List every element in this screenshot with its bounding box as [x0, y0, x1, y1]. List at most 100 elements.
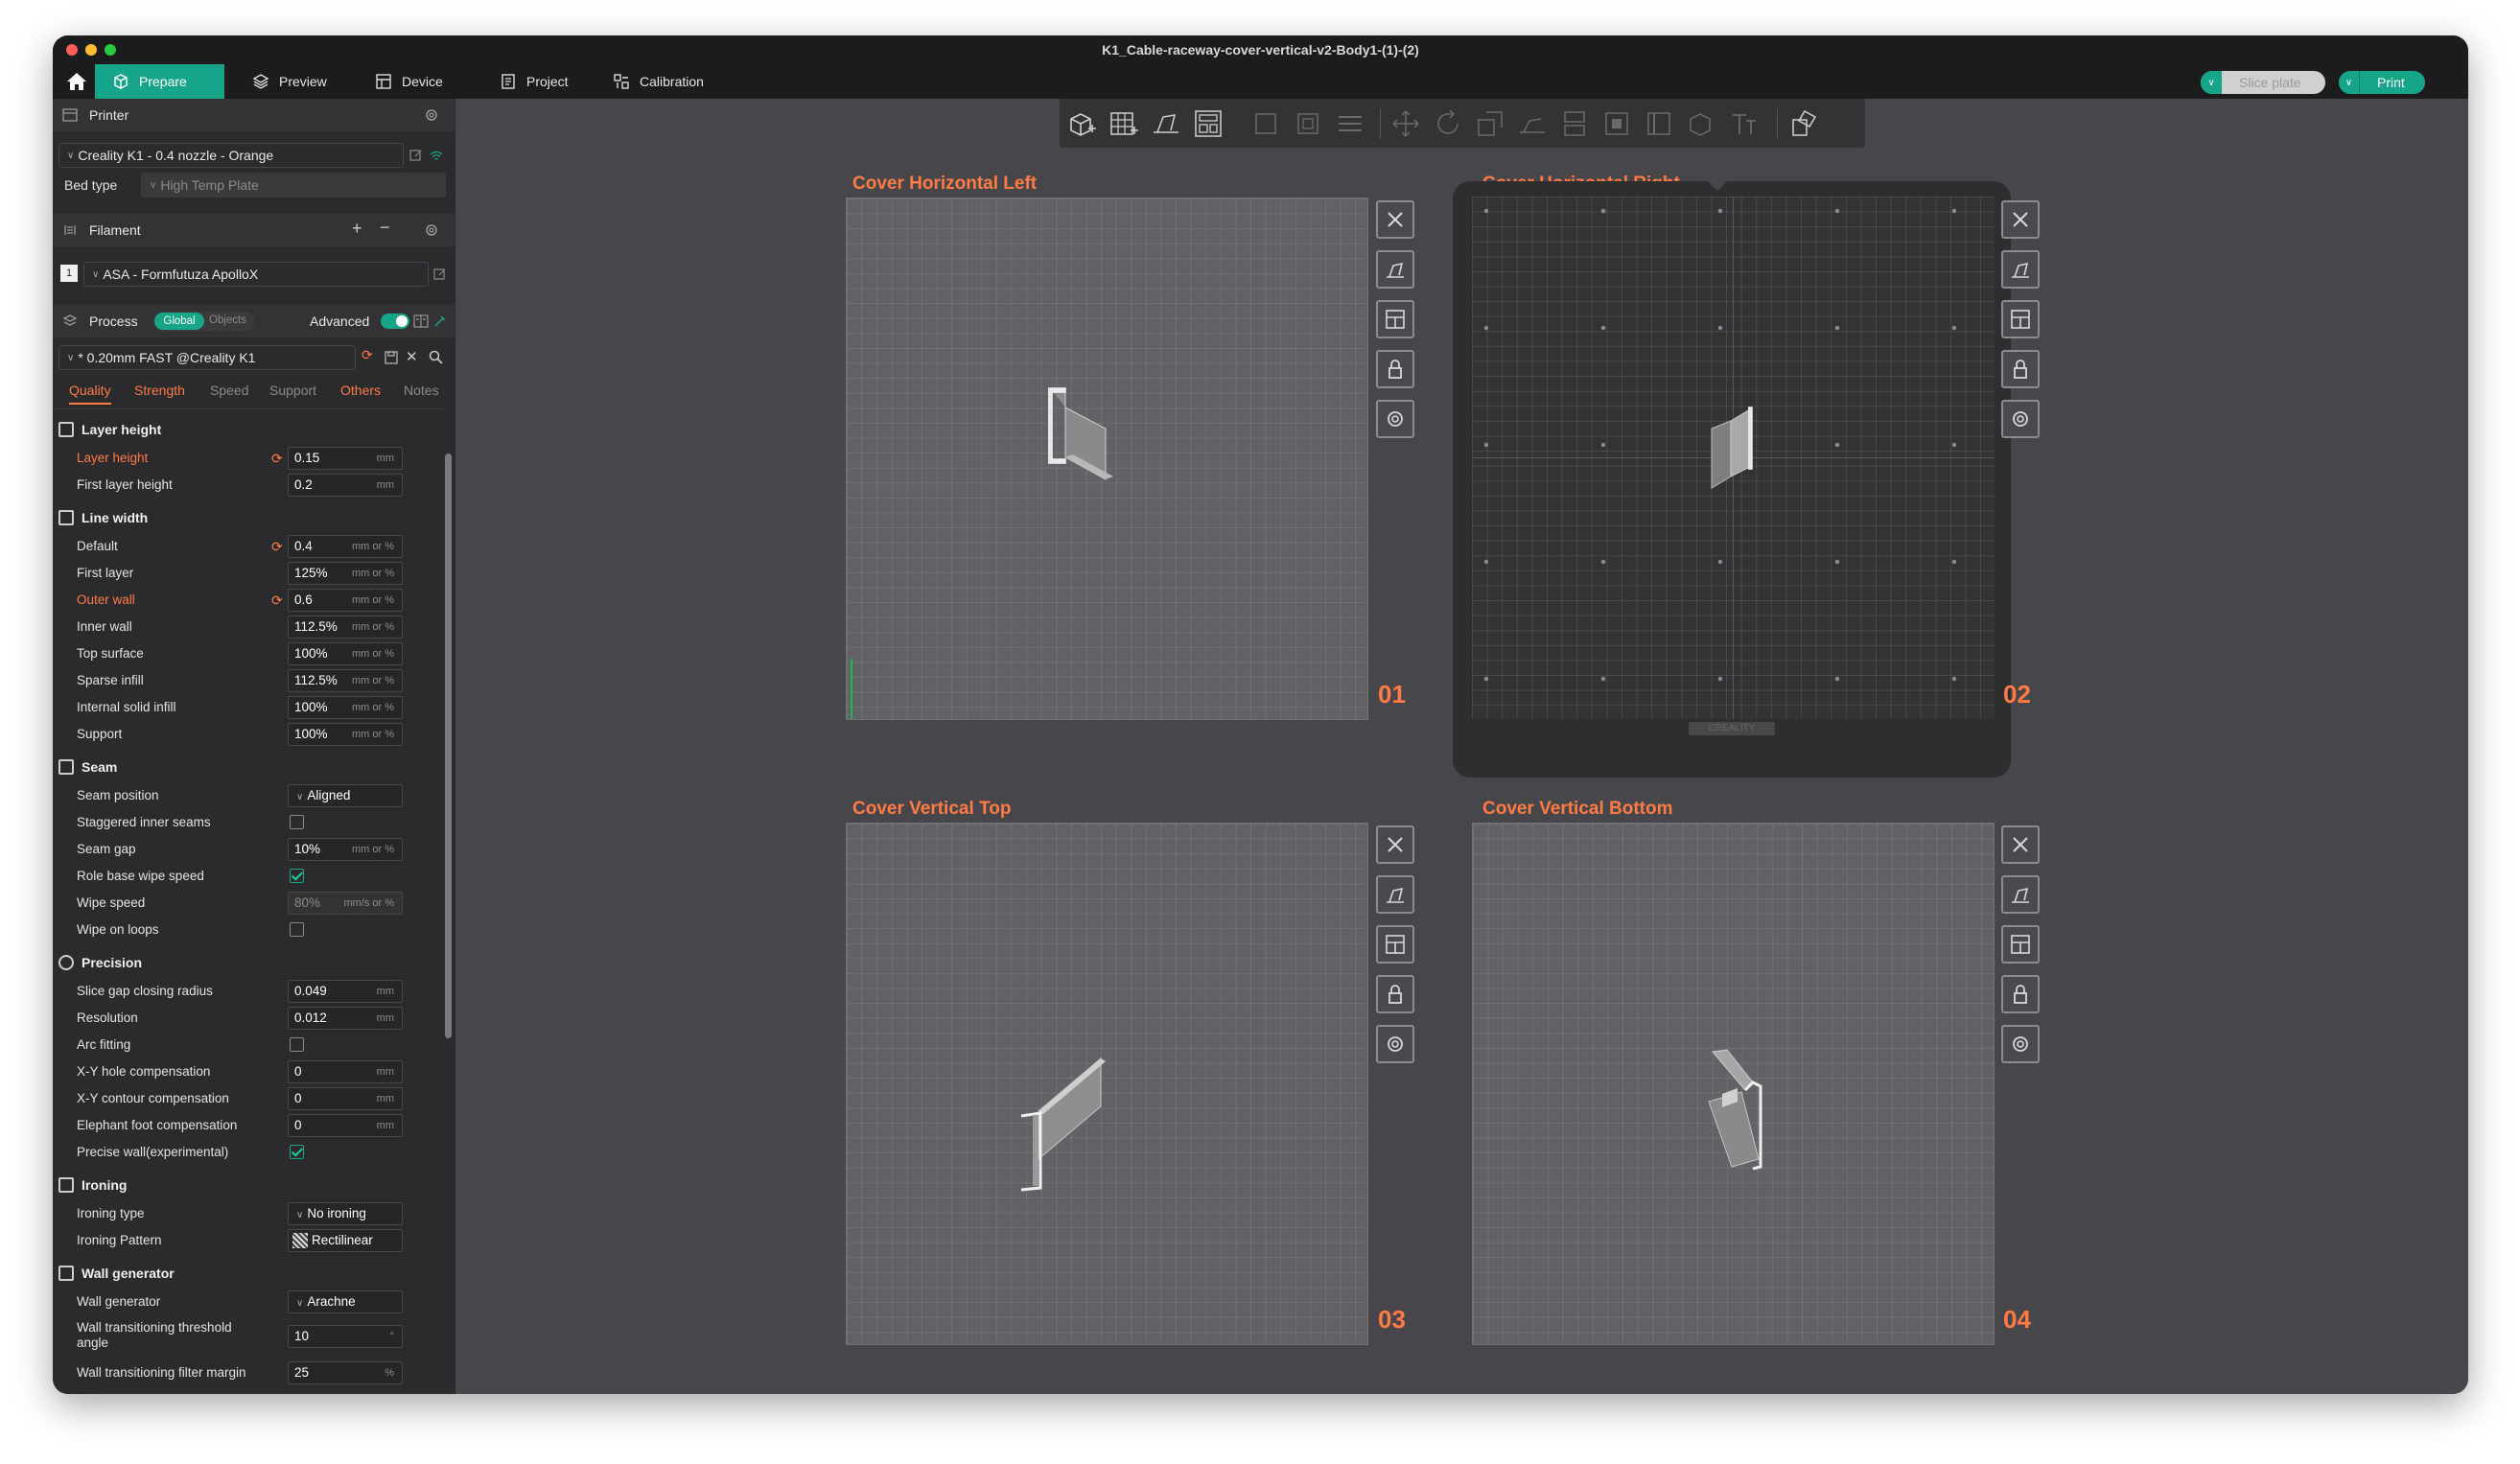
arrange-plate-button[interactable] — [1376, 300, 1414, 338]
split-parts-icon[interactable] — [1292, 107, 1324, 140]
lock-plate-button[interactable] — [1376, 975, 1414, 1013]
seam-gap-input[interactable]: 10% mm or % — [288, 838, 403, 861]
auto-orient-icon[interactable] — [1150, 107, 1182, 140]
auto-orient-plate-button[interactable] — [2001, 250, 2040, 289]
remove-plate-button[interactable] — [2001, 825, 2040, 864]
plate-4-bed[interactable] — [1472, 823, 1995, 1345]
split-objects-icon[interactable] — [1249, 107, 1282, 140]
plate-2-bed[interactable] — [1472, 197, 1995, 719]
slice-plate-button[interactable]: ∨ Slice plate — [2201, 71, 2325, 94]
slice-gap-closing-radius-input[interactable]: 0.049 mm — [288, 980, 403, 1003]
reset-preset-icon[interactable]: ⟳ — [362, 347, 373, 363]
filament-slot-badge[interactable]: 1 — [60, 265, 78, 282]
elephant-foot-compensation-input[interactable]: 0 mm — [288, 1114, 403, 1137]
first-layer-height-input[interactable]: 0.2 mm — [288, 474, 403, 497]
tab-notes[interactable]: Notes — [404, 383, 439, 398]
tab-others[interactable]: Others — [340, 383, 381, 398]
internal-solid-infill-line-width-input[interactable]: 100% mm or % — [288, 696, 403, 719]
wall-transitioning-threshold-angle-input[interactable]: 10 ° — [288, 1325, 403, 1348]
cut-icon[interactable] — [1558, 107, 1591, 140]
toggle-objects[interactable]: Objects — [209, 314, 246, 326]
outer-wall-line-width-input[interactable]: 0.6 mm or % — [288, 589, 403, 612]
wipe-on-loops-checkbox[interactable] — [290, 922, 304, 937]
delete-preset-icon[interactable]: ✕ — [406, 348, 418, 365]
sidebar-scrollbar[interactable] — [445, 453, 452, 1038]
move-icon[interactable] — [1389, 107, 1422, 140]
resolution-input[interactable]: 0.012 mm — [288, 1007, 403, 1030]
process-preset-select[interactable]: ∨ * 0.20mm FAST @Creality K1 — [58, 345, 356, 370]
arrange-plate-button[interactable] — [2001, 300, 2040, 338]
global-objects-toggle[interactable]: Global Objects — [153, 312, 255, 331]
model-4[interactable] — [1703, 1044, 1780, 1188]
home-button[interactable] — [57, 64, 97, 99]
scale-icon[interactable] — [1474, 107, 1506, 140]
tab-prepare[interactable]: Prepare — [95, 64, 224, 99]
support-line-width-input[interactable]: 100% mm or % — [288, 723, 403, 746]
add-object-icon[interactable] — [1065, 107, 1098, 140]
plate-settings-button[interactable] — [2001, 1025, 2040, 1063]
arrange-plate-button[interactable] — [1376, 925, 1414, 964]
filament-settings-gear-icon[interactable] — [424, 222, 439, 238]
search-icon[interactable] — [429, 350, 443, 364]
arrange-icon[interactable] — [1192, 107, 1225, 140]
save-preset-icon[interactable] — [385, 351, 398, 364]
assembly-view-icon[interactable] — [1788, 107, 1821, 140]
seam-position-select[interactable]: ∨ Aligned — [288, 784, 403, 807]
printer-section-header[interactable]: Printer — [53, 99, 455, 131]
precise-wall-checkbox[interactable] — [290, 1145, 304, 1159]
wall-generator-select[interactable]: ∨ Arachne — [288, 1290, 403, 1313]
arc-fitting-checkbox[interactable] — [290, 1037, 304, 1052]
layer-height-input[interactable]: 0.15 mm — [288, 447, 403, 470]
reset-value-icon[interactable]: ⟳ — [271, 451, 283, 467]
arrange-plate-button[interactable] — [2001, 925, 2040, 964]
plate-settings-button[interactable] — [1376, 400, 1414, 438]
rotate-icon[interactable] — [1432, 107, 1464, 140]
remove-plate-button[interactable] — [1376, 200, 1414, 239]
first-layer-line-width-input[interactable]: 125% mm or % — [288, 562, 403, 585]
lock-plate-button[interactable] — [2001, 975, 2040, 1013]
slice-dropdown-chevron-icon[interactable]: ∨ — [2201, 71, 2222, 94]
printer-settings-gear-icon[interactable] — [424, 107, 439, 123]
model-1[interactable] — [1038, 381, 1125, 486]
bed-type-select[interactable]: ∨ High Temp Plate — [141, 173, 446, 198]
tab-project[interactable]: Project — [482, 64, 586, 99]
ironing-pattern-select[interactable]: Rectilinear — [288, 1229, 403, 1252]
reset-value-icon[interactable]: ⟳ — [271, 593, 283, 609]
tab-support[interactable]: Support — [269, 383, 316, 398]
printer-preset-select[interactable]: ∨ Creality K1 - 0.4 nozzle - Orange — [58, 143, 404, 168]
filament-preset-select[interactable]: ∨ ASA - Formfutuza ApolloX — [83, 262, 429, 287]
text-shape-icon[interactable] — [1727, 107, 1760, 140]
xy-hole-compensation-input[interactable]: 0 mm — [288, 1060, 403, 1083]
tab-calibration[interactable]: Calibration — [595, 64, 721, 99]
support-painting-icon[interactable] — [1600, 107, 1633, 140]
top-surface-line-width-input[interactable]: 100% mm or % — [288, 642, 403, 665]
auto-orient-plate-button[interactable] — [1376, 250, 1414, 289]
wall-transitioning-filter-margin-input[interactable]: 25% — [288, 1361, 403, 1384]
sparse-infill-line-width-input[interactable]: 112.5% mm or % — [288, 669, 403, 692]
tab-device[interactable]: Device — [358, 64, 460, 99]
print-button[interactable]: ∨ Print — [2339, 71, 2425, 94]
3d-viewport[interactable]: Cover Horizontal Left 01 Cover Horizonta… — [455, 99, 2468, 1394]
filament-section-header[interactable]: Filament + − — [53, 214, 455, 246]
tab-strength[interactable]: Strength — [134, 383, 185, 398]
advanced-switch[interactable] — [381, 314, 409, 329]
tab-quality[interactable]: Quality — [69, 383, 111, 405]
plate-settings-button[interactable] — [1376, 1025, 1414, 1063]
remove-plate-button[interactable] — [1376, 825, 1414, 864]
add-plate-icon[interactable] — [1108, 107, 1140, 140]
print-dropdown-chevron-icon[interactable]: ∨ — [2339, 71, 2360, 94]
model-2[interactable] — [1704, 400, 1762, 496]
ironing-type-select[interactable]: ∨ No ironing — [288, 1202, 403, 1225]
toggle-global[interactable]: Global — [154, 313, 204, 330]
edit-printer-icon[interactable] — [409, 149, 423, 162]
wifi-connected-icon[interactable] — [429, 149, 444, 162]
remove-plate-button[interactable] — [2001, 200, 2040, 239]
layers-editing-icon[interactable] — [1334, 107, 1366, 140]
auto-orient-plate-button[interactable] — [1376, 875, 1414, 914]
auto-orient-plate-button[interactable] — [2001, 875, 2040, 914]
lock-plate-button[interactable] — [2001, 350, 2040, 388]
plate-3-bed[interactable] — [846, 823, 1368, 1345]
wizard-icon[interactable] — [432, 314, 448, 329]
seam-painting-icon[interactable] — [1643, 107, 1675, 140]
inner-wall-line-width-input[interactable]: 112.5% mm or % — [288, 616, 403, 639]
